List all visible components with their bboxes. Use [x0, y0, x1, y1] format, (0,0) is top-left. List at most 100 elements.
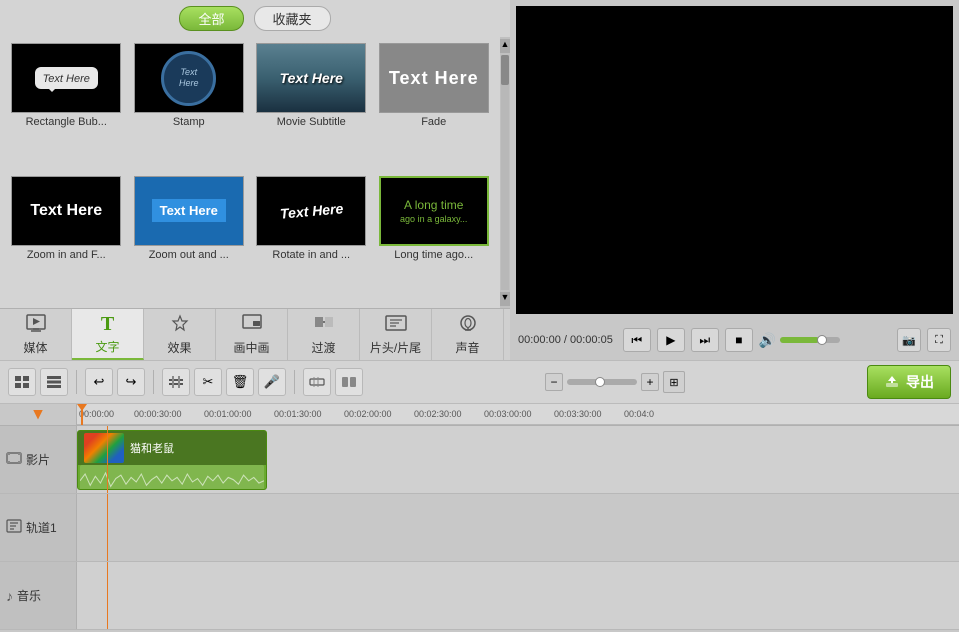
tab-credits[interactable]: 片头/片尾 — [360, 309, 432, 360]
film-track-content[interactable]: 猫和老鼠 — [77, 426, 959, 493]
scroll-thumb[interactable] — [501, 55, 509, 85]
zoom-thumb[interactable] — [595, 377, 605, 387]
volume-slider[interactable] — [780, 337, 840, 343]
tab-transition[interactable]: 过渡 — [288, 309, 360, 360]
fit-button[interactable]: ⊞ — [663, 371, 685, 393]
music-track: ♪ 音乐 — [0, 562, 959, 630]
thumb-fade: Text Here — [379, 43, 489, 113]
music-track-content[interactable] — [77, 562, 959, 629]
toolbar: ↩ ↪ ✂ 🗑 🎤 − + ⊞ 导出 — [0, 360, 959, 404]
fullscreen-button[interactable]: ⛶ — [927, 328, 951, 352]
svg-text:00:00:30:00: 00:00:30:00 — [134, 409, 182, 419]
snapshot-button[interactable]: 📷 — [897, 328, 921, 352]
record-button[interactable]: 🎤 — [258, 368, 286, 396]
cut-button[interactable]: ✂ — [194, 368, 222, 396]
clip-header: 猫和老鼠 — [78, 431, 266, 465]
thumb-label-rotate-in: Rotate in and ... — [256, 249, 366, 261]
music-track-name: 音乐 — [17, 587, 41, 604]
delete-button[interactable]: 🗑 — [226, 368, 254, 396]
film-track-name: 影片 — [26, 451, 50, 468]
svg-text:00:03:30:00: 00:03:30:00 — [554, 409, 602, 419]
text-icon: T — [101, 313, 114, 336]
tab-effects-label: 效果 — [167, 339, 191, 356]
volume-knob[interactable] — [817, 335, 827, 345]
next-frame-button[interactable]: ⏭ — [691, 328, 719, 352]
stop-button[interactable]: ■ — [725, 328, 753, 352]
thumb-label-stamp: Stamp — [134, 116, 244, 128]
list-item[interactable]: A long time ago in a galaxy... Long time… — [376, 176, 493, 303]
view-mode-button[interactable] — [8, 368, 36, 396]
tab-text[interactable]: T 文字 — [72, 309, 144, 360]
tab-effects[interactable]: 效果 — [144, 309, 216, 360]
timeline-tracks: 影片 猫和老鼠 — [0, 426, 959, 632]
svg-text:00:04:0: 00:04:0 — [624, 409, 654, 419]
track1-playhead — [107, 494, 108, 561]
tab-audio[interactable]: 声音 — [432, 309, 504, 360]
list-view-button[interactable] — [40, 368, 68, 396]
video-clip[interactable]: 猫和老鼠 — [77, 430, 267, 490]
tab-pip[interactable]: 画中画 — [216, 309, 288, 360]
undo-button[interactable]: ↩ — [85, 368, 113, 396]
svg-text:00:01:00:00: 00:01:00:00 — [204, 409, 252, 419]
list-item[interactable]: Text Here Zoom in and F... — [8, 176, 125, 303]
separator — [294, 370, 295, 394]
scroll-down-button[interactable]: ▼ — [500, 292, 510, 306]
thumb-long-time: A long time ago in a galaxy... — [379, 176, 489, 246]
playhead-line — [81, 404, 83, 425]
track1-content[interactable] — [77, 494, 959, 561]
thumb-label-movie-subtitle: Movie Subtitle — [256, 116, 366, 128]
list-item[interactable]: Text Here Zoom out and ... — [131, 176, 248, 303]
tab-audio-label: 声音 — [455, 339, 479, 356]
prev-frame-button[interactable]: ⏮ — [623, 328, 651, 352]
thumb-rotate-in: Text Here — [256, 176, 366, 246]
list-item[interactable]: Text Here Rectangle Bub... — [8, 43, 125, 170]
filter-favorites-button[interactable]: 收藏夹 — [254, 6, 331, 31]
tab-pip-label: 画中画 — [233, 339, 269, 356]
zoom-plus-button[interactable]: + — [641, 373, 659, 391]
thumb-stamp: TextHere — [134, 43, 244, 113]
scrollbar[interactable]: ▲ ▼ — [500, 37, 510, 308]
timeline: 00:00:00 00:00:30:00 00:01:00:00 00:01:3… — [0, 404, 959, 632]
split-button[interactable] — [335, 368, 363, 396]
zoom-controls: − + ⊞ — [545, 371, 685, 393]
thumb-movie-subtitle: Text Here — [256, 43, 366, 113]
film-track-label: 影片 — [0, 426, 77, 493]
tab-credits-label: 片头/片尾 — [370, 339, 421, 356]
redo-button[interactable]: ↪ — [117, 368, 145, 396]
film-track-icon — [6, 451, 22, 468]
media-icon — [26, 314, 46, 337]
list-item[interactable]: Text Here Rotate in and ... — [253, 176, 370, 303]
thumb-zoom-in: Text Here — [11, 176, 121, 246]
playhead-marker — [33, 410, 43, 420]
separator — [76, 370, 77, 394]
list-item[interactable]: TextHere Stamp — [131, 43, 248, 170]
svg-text:00:03:00:00: 00:03:00:00 — [484, 409, 532, 419]
track1-label: 轨道1 — [0, 494, 77, 561]
track1-name: 轨道1 — [26, 519, 57, 536]
trim-button[interactable] — [162, 368, 190, 396]
scroll-track[interactable] — [501, 55, 509, 290]
clip-thumb-image — [84, 433, 124, 463]
scroll-up-button[interactable]: ▲ — [500, 39, 510, 53]
tab-media[interactable]: 媒体 — [0, 309, 72, 360]
detach-audio-button[interactable] — [303, 368, 331, 396]
tab-transition-label: 过渡 — [311, 339, 335, 356]
zoom-slider[interactable] — [567, 379, 637, 385]
export-button[interactable]: 导出 — [867, 365, 951, 399]
list-item[interactable]: Text Here Fade — [376, 43, 493, 170]
zoom-minus-button[interactable]: − — [545, 373, 563, 391]
export-label: 导出 — [906, 372, 934, 392]
play-button[interactable]: ▶ — [657, 328, 685, 352]
filter-all-button[interactable]: 全部 — [179, 6, 243, 31]
effects-icon — [170, 314, 190, 337]
export-icon — [884, 375, 900, 389]
list-item[interactable]: Text Here Movie Subtitle — [253, 43, 370, 170]
volume-fill — [780, 337, 819, 343]
film-track: 影片 猫和老鼠 — [0, 426, 959, 494]
ruler-svg: 00:00:00 00:00:30:00 00:01:00:00 00:01:3… — [77, 404, 959, 425]
tab-bar: 媒体 T 文字 效果 画中画 — [0, 308, 510, 360]
time-display: 00:00:00 / 00:00:05 — [518, 334, 613, 346]
thumb-label-zoom-in: Zoom in and F... — [11, 249, 121, 261]
svg-text:00:02:00:00: 00:02:00:00 — [344, 409, 392, 419]
video-preview — [516, 6, 953, 314]
